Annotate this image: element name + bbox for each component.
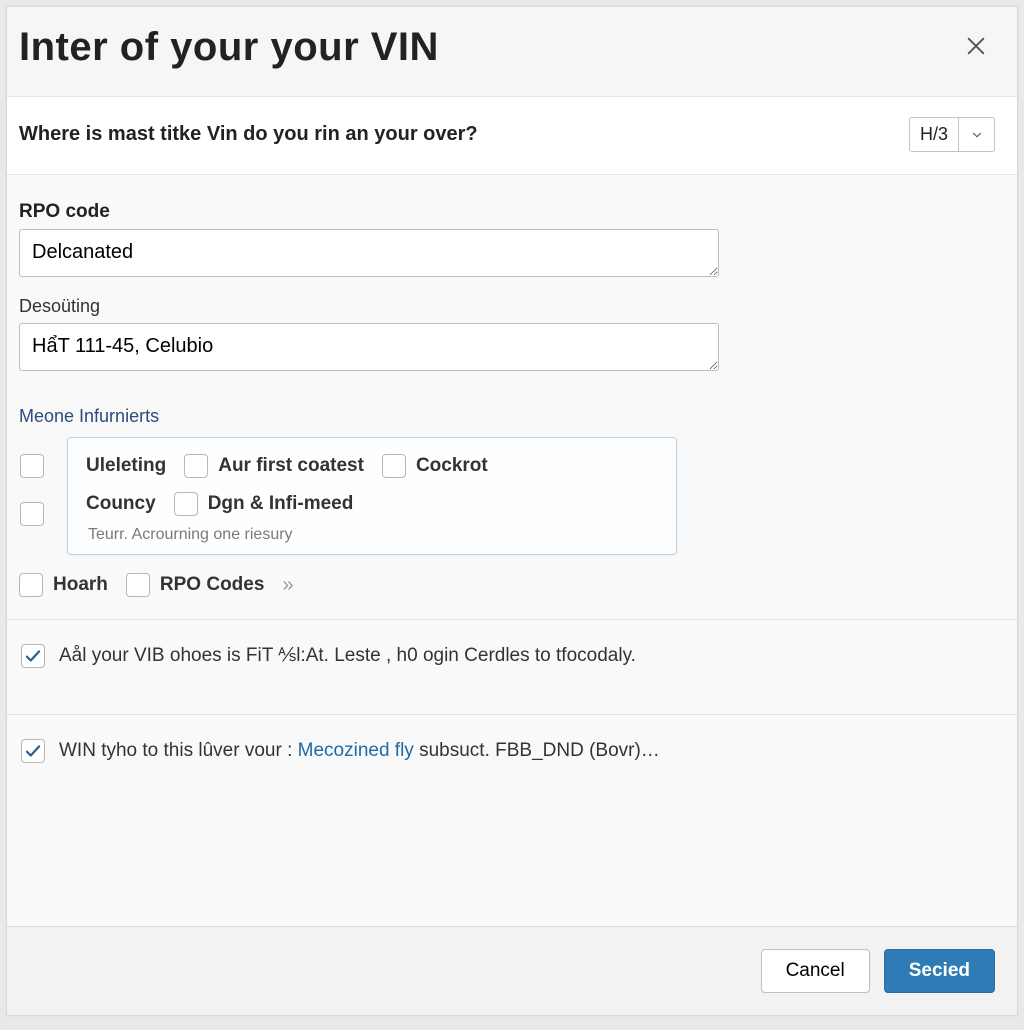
- option-rpo-codes-label: RPO Codes: [160, 574, 265, 596]
- page-dropdown-button[interactable]: [959, 117, 995, 152]
- chevron-right-icon: »: [282, 574, 293, 597]
- option-hoarh[interactable]: Hoarh: [19, 573, 108, 597]
- option-uleleting-label: Uleleting: [86, 455, 166, 477]
- desc-field: Desoüting: [19, 296, 997, 376]
- option-dgn-inf-label: Dgn & Infi-meed: [208, 493, 354, 515]
- agreement-1: Aål your VIB ohoes is FiT ⅍l:At. Leste ,…: [19, 620, 997, 692]
- vin-dialog: Inter of your your VIN Where is mast tit…: [6, 6, 1018, 1016]
- options-row-3: Hoarh RPO Codes »: [19, 573, 997, 597]
- option-aur-first[interactable]: Aur first coatest: [184, 454, 364, 478]
- options-section-label: Meone Infurnierts: [19, 406, 997, 427]
- form-area: RPO code Desoüting Meone Infurnierts Ule…: [7, 175, 1017, 926]
- dialog-header: Inter of your your VIN: [7, 7, 1017, 97]
- option-councy[interactable]: Councy: [86, 493, 156, 515]
- option-hoarh-label: Hoarh: [53, 574, 108, 596]
- checkbox-icon: [184, 454, 208, 478]
- option-aur-first-label: Aur first coatest: [218, 455, 364, 477]
- page-selector: H/3: [909, 117, 995, 152]
- desc-label: Desoüting: [19, 296, 997, 317]
- options-popover: Uleleting Aur first coatest Cockrot Coun…: [67, 437, 677, 555]
- desc-input[interactable]: [19, 323, 719, 371]
- option-councy-label: Councy: [86, 493, 156, 515]
- close-icon[interactable]: [961, 31, 991, 65]
- option-rpo-codes[interactable]: RPO Codes: [126, 573, 265, 597]
- outer-checkbox-2[interactable]: [20, 502, 44, 526]
- rpo-input[interactable]: [19, 229, 719, 277]
- checkbox-icon: [174, 492, 198, 516]
- agreement-2: WIN tyho to this lûver vour : Mecozined …: [19, 715, 997, 787]
- agreement-2-checkbox[interactable]: [21, 739, 45, 763]
- question-row: Where is mast titke Vin do you rin an yo…: [7, 97, 1017, 175]
- checkbox-icon: [19, 573, 43, 597]
- option-cockrot[interactable]: Cockrot: [382, 454, 488, 478]
- option-uleleting[interactable]: Uleleting: [86, 455, 166, 477]
- agreement-2-text: WIN tyho to this lûver vour : Mecozined …: [59, 740, 660, 762]
- checkbox-icon: [126, 573, 150, 597]
- rpo-label: RPO code: [19, 201, 997, 223]
- rpo-field: RPO code: [19, 201, 997, 282]
- dialog-title: Inter of your your VIN: [19, 25, 439, 70]
- outer-checkbox-1[interactable]: [20, 454, 44, 478]
- checkbox-icon: [382, 454, 406, 478]
- options-hint: Teurr. Acrourning one riesury: [88, 526, 658, 544]
- agreement-1-checkbox[interactable]: [21, 644, 45, 668]
- dialog-footer: Cancel Secied: [7, 926, 1017, 1015]
- cancel-button[interactable]: Cancel: [761, 949, 870, 993]
- agreement-2-link[interactable]: Mecozined fly: [298, 740, 414, 761]
- option-cockrot-label: Cockrot: [416, 455, 488, 477]
- option-dgn-inf[interactable]: Dgn & Infi-meed: [174, 492, 354, 516]
- submit-button[interactable]: Secied: [884, 949, 995, 993]
- page-indicator: H/3: [909, 117, 959, 152]
- agreement-1-text: Aål your VIB ohoes is FiT ⅍l:At. Leste ,…: [59, 645, 636, 667]
- question-text: Where is mast titke Vin do you rin an yo…: [19, 123, 478, 146]
